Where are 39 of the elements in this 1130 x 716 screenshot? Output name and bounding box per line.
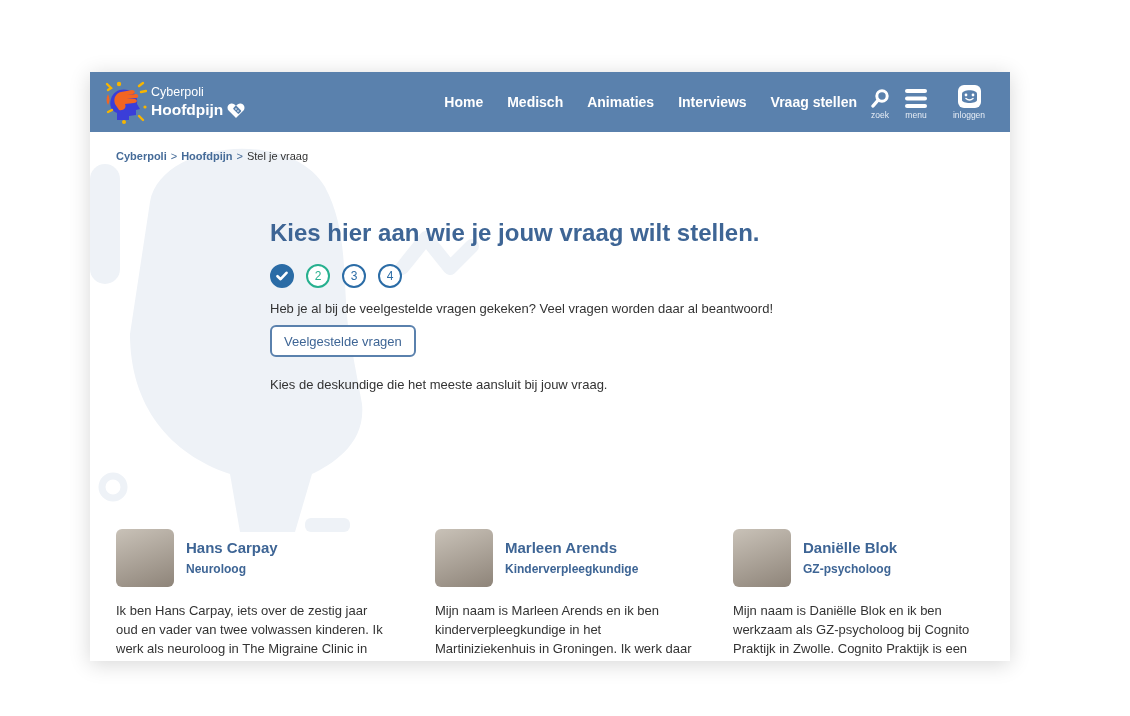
nav-link[interactable]: Home [444,94,484,110]
nav-link[interactable]: Vraag stellen [770,94,857,110]
expert-name-link[interactable]: Daniëlle Blok [803,539,898,557]
photo-placeholder [435,529,493,587]
search-icon [871,88,889,108]
nav-link[interactable]: Medisch [507,94,564,110]
search-button[interactable]: zoek [866,88,894,120]
expert-bio: Ik ben Hans Carpay, iets over de zestig jaar oud en vader van twee volwassen kinderen. Ik werk als neuroloog in The Migraine Clinic in [116,602,384,658]
check-icon [276,271,288,281]
menu-icon [905,88,927,108]
breadcrumb-separator: > [170,149,178,163]
choose-expert-text: Kies de deskundige die het meeste aansluit bij jouw vraag. [270,376,609,394]
breadcrumb-link[interactable]: Hoofdpijn [181,149,233,163]
login-button[interactable]: inloggen [947,84,991,120]
bandaged-heart-icon [227,102,246,118]
menu-button[interactable]: menu [902,88,930,120]
breadcrumb-current: Stel je vraag [246,149,309,163]
page-heading: Kies hier aan wie je jouw vraag wilt stellen. [270,218,761,248]
faq-hint-text: Heb je al bij de veelgestelde vragen gekeken? Veel vragen worden daar al beantwoord! [270,300,774,318]
photo-placeholder [116,529,174,587]
logo-icon[interactable] [105,80,147,124]
step-indicator: 3 [342,264,366,288]
expert-role: Neuroloog [186,562,247,577]
brand-section-title: Hoofdpijn [151,100,224,120]
breadcrumb-separator: > [236,149,243,163]
photo-placeholder [733,529,791,587]
breadcrumb-link[interactable]: Cyberpoli [116,149,167,163]
nav-link[interactable]: Animaties [587,94,655,110]
smiley-face-icon [957,84,981,108]
expert-bio: Mijn naam is Daniëlle Blok en ik ben werkzaam als GZ-psycholoog bij Cognito Praktijk in Zwolle. Cognito Praktijk is een [733,602,971,658]
expert-name-link[interactable]: Marleen Arends [505,539,639,557]
brand-name: Cyberpoli [151,84,205,100]
expert-role: GZ-psycholoog [803,562,892,577]
expert-bio: Mijn naam is Marleen Arends en ik ben kinderverpleegkundige in het Martiniziekenhuis in Groningen. Ik werk daar [435,602,693,658]
expert-name-link[interactable]: Hans Carpay [186,539,278,557]
step-indicator: 4 [378,264,402,288]
faq-button[interactable]: Veelgestelde vragen [270,325,416,357]
expert-role: Kinderverpleegkundige [505,562,639,577]
nav-link[interactable]: Interviews [678,94,747,110]
